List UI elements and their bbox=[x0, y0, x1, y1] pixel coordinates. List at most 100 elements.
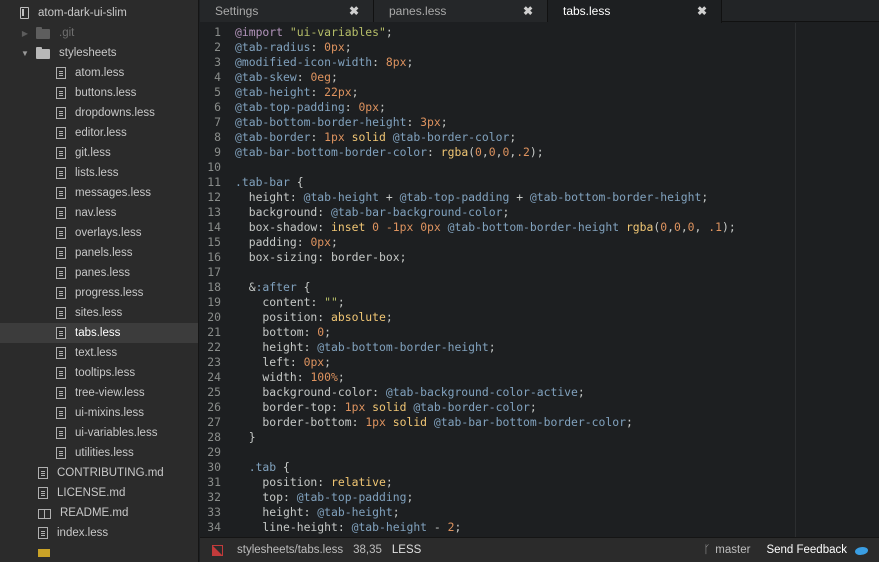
grammar-selector[interactable]: LESS bbox=[392, 544, 421, 556]
tree-folder-stylesheets[interactable]: ▼ stylesheets bbox=[0, 43, 198, 63]
tree-file[interactable]: tooltips.less bbox=[0, 363, 198, 383]
code-line[interactable]: top: @tab-top-padding; bbox=[235, 490, 413, 505]
file-icon bbox=[56, 427, 66, 439]
code-line[interactable]: @tab-bottom-border-height: 3px; bbox=[235, 115, 448, 130]
code-line[interactable]: @tab-border: 1px solid @tab-border-color… bbox=[235, 130, 516, 145]
syntax-token: + bbox=[379, 190, 400, 204]
code-line[interactable]: @tab-skew: 0eg; bbox=[235, 70, 338, 85]
text-editor[interactable]: 1 2 3 4 5 6 7 8 9 10 11 12 13 14 15 16 17 18 19 20 21 22 23 24 2… bbox=[200, 23, 879, 537]
syntax-token: 1px bbox=[324, 130, 345, 144]
line-number: 10 bbox=[207, 160, 221, 174]
line-number: 5 bbox=[214, 85, 221, 99]
tab-settings[interactable]: Settings ✖ bbox=[200, 0, 374, 22]
tree-file[interactable]: tabs.less bbox=[0, 323, 198, 343]
tree-folder-git[interactable]: ▶ .git bbox=[0, 23, 198, 43]
chevron-down-icon[interactable]: ▼ bbox=[20, 49, 30, 58]
syntax-token: : border-box; bbox=[317, 250, 407, 264]
syntax-token: 1px bbox=[344, 400, 366, 414]
code-line[interactable]: box-sizing: border-box; bbox=[235, 250, 407, 265]
tree-file[interactable]: index.less bbox=[0, 523, 198, 543]
code-line[interactable]: line-height: @tab-height - 2; bbox=[235, 520, 461, 535]
tree-file[interactable]: messages.less bbox=[0, 183, 198, 203]
tree-item-partial[interactable] bbox=[0, 543, 198, 562]
git-branch[interactable]: master bbox=[715, 544, 750, 556]
code-line[interactable]: height: @tab-height + @tab-top-padding +… bbox=[235, 190, 709, 205]
tree-root[interactable]: atom-dark-ui-slim bbox=[0, 3, 198, 23]
code-line[interactable]: height: @tab-bottom-border-height; bbox=[235, 340, 495, 355]
close-icon[interactable]: ✖ bbox=[349, 0, 359, 22]
tree-file[interactable]: CONTRIBUTING.md bbox=[0, 463, 198, 483]
code-line[interactable]: border-top: 1px solid @tab-border-color; bbox=[235, 400, 536, 415]
code-line[interactable]: width: 100%; bbox=[235, 370, 344, 385]
code-line[interactable]: height: @tab-height; bbox=[235, 505, 399, 520]
tree-file[interactable]: editor.less bbox=[0, 123, 198, 143]
tree-file[interactable]: lists.less bbox=[0, 163, 198, 183]
code-line[interactable]: left: 0px; bbox=[235, 355, 331, 370]
code-line[interactable]: .tab { bbox=[235, 460, 290, 475]
code-line[interactable]: padding: 0px; bbox=[235, 235, 338, 250]
code-line[interactable]: @import "ui-variables"; bbox=[235, 25, 393, 40]
line-number: 7 bbox=[214, 115, 221, 129]
code-line[interactable]: .tab-bar { bbox=[235, 175, 304, 190]
tree-item-label: atom.less bbox=[75, 67, 125, 79]
syntax-token: : bbox=[296, 235, 311, 249]
tree-file[interactable]: panels.less bbox=[0, 243, 198, 263]
tree-file[interactable]: README.md bbox=[0, 503, 198, 523]
tree-file[interactable]: text.less bbox=[0, 343, 198, 363]
syntax-token: : bbox=[351, 415, 366, 429]
send-feedback-button[interactable]: Send Feedback bbox=[766, 544, 847, 556]
code-line[interactable]: bottom: 0; bbox=[235, 325, 331, 340]
tree-file[interactable]: git.less bbox=[0, 143, 198, 163]
tree-file[interactable]: sites.less bbox=[0, 303, 198, 323]
code-line[interactable]: @tab-top-padding: 0px; bbox=[235, 100, 386, 115]
tree-item-label: .git bbox=[59, 27, 75, 39]
tree-file[interactable]: LICENSE.md bbox=[0, 483, 198, 503]
code-line[interactable]: @modified-icon-width: 8px; bbox=[235, 55, 413, 70]
chevron-right-icon[interactable]: ▶ bbox=[20, 29, 30, 38]
code-line[interactable]: &:after { bbox=[235, 280, 311, 295]
syntax-token: width bbox=[235, 370, 297, 384]
tab-panes-less[interactable]: panes.less ✖ bbox=[374, 0, 548, 22]
syntax-token: : bbox=[303, 340, 318, 354]
code-line[interactable]: border-bottom: 1px solid @tab-bar-bottom… bbox=[235, 415, 632, 430]
code-line[interactable]: @tab-radius: 0px; bbox=[235, 40, 352, 55]
bird-icon[interactable] bbox=[855, 545, 869, 556]
cursor-position[interactable]: 38,35 bbox=[353, 544, 382, 556]
code-line[interactable]: box-shadow: inset 0 -1px 0px @tab-bottom… bbox=[235, 220, 736, 235]
tree-file[interactable]: dropdowns.less bbox=[0, 103, 198, 123]
tree-file[interactable]: atom.less bbox=[0, 63, 198, 83]
tree-item-label: atom-dark-ui-slim bbox=[38, 7, 127, 19]
line-number: 3 bbox=[214, 55, 221, 69]
tree-file[interactable]: progress.less bbox=[0, 283, 198, 303]
status-file-path[interactable]: stylesheets/tabs.less bbox=[237, 544, 343, 556]
close-icon[interactable]: ✖ bbox=[523, 0, 533, 22]
tab-tabs-less[interactable]: tabs.less ✖ bbox=[548, 0, 722, 23]
syntax-token: @tab-height bbox=[303, 190, 380, 204]
code-line[interactable]: content: ""; bbox=[235, 295, 344, 310]
syntax-token: ; bbox=[379, 100, 386, 114]
code-line[interactable]: background-color: @tab-background-color-… bbox=[235, 385, 584, 400]
tree-file[interactable]: buttons.less bbox=[0, 83, 198, 103]
code-line[interactable]: position: absolute; bbox=[235, 310, 392, 325]
tree-file[interactable]: utilities.less bbox=[0, 443, 198, 463]
tree-file[interactable]: ui-mixins.less bbox=[0, 403, 198, 423]
tree-file[interactable]: ui-variables.less bbox=[0, 423, 198, 443]
tree-file[interactable]: tree-view.less bbox=[0, 383, 198, 403]
line-number-gutter: 1 2 3 4 5 6 7 8 9 10 11 12 13 14 15 16 17 18 19 20 21 22 23 24 2… bbox=[200, 23, 230, 537]
modified-file-icon bbox=[212, 544, 223, 556]
syntax-token: , bbox=[694, 220, 709, 234]
syntax-token: ; bbox=[331, 70, 338, 84]
syntax-token: solid bbox=[392, 415, 428, 429]
syntax-token: ; bbox=[701, 190, 709, 204]
close-icon[interactable]: ✖ bbox=[697, 0, 707, 22]
code-line[interactable]: } bbox=[235, 430, 256, 445]
code-line[interactable]: @tab-height: 22px; bbox=[235, 85, 358, 100]
code-line[interactable]: position: relative; bbox=[235, 475, 392, 490]
code-line[interactable]: background: @tab-bar-background-color; bbox=[235, 205, 510, 220]
tree-file[interactable]: panes.less bbox=[0, 263, 198, 283]
syntax-token: ; bbox=[324, 325, 332, 339]
tree-file[interactable]: overlays.less bbox=[0, 223, 198, 243]
tree-file[interactable]: nav.less bbox=[0, 203, 198, 223]
syntax-token: 0 bbox=[687, 220, 695, 234]
code-line[interactable]: @tab-bar-bottom-border-color: rgba(0,0,0… bbox=[235, 145, 544, 160]
